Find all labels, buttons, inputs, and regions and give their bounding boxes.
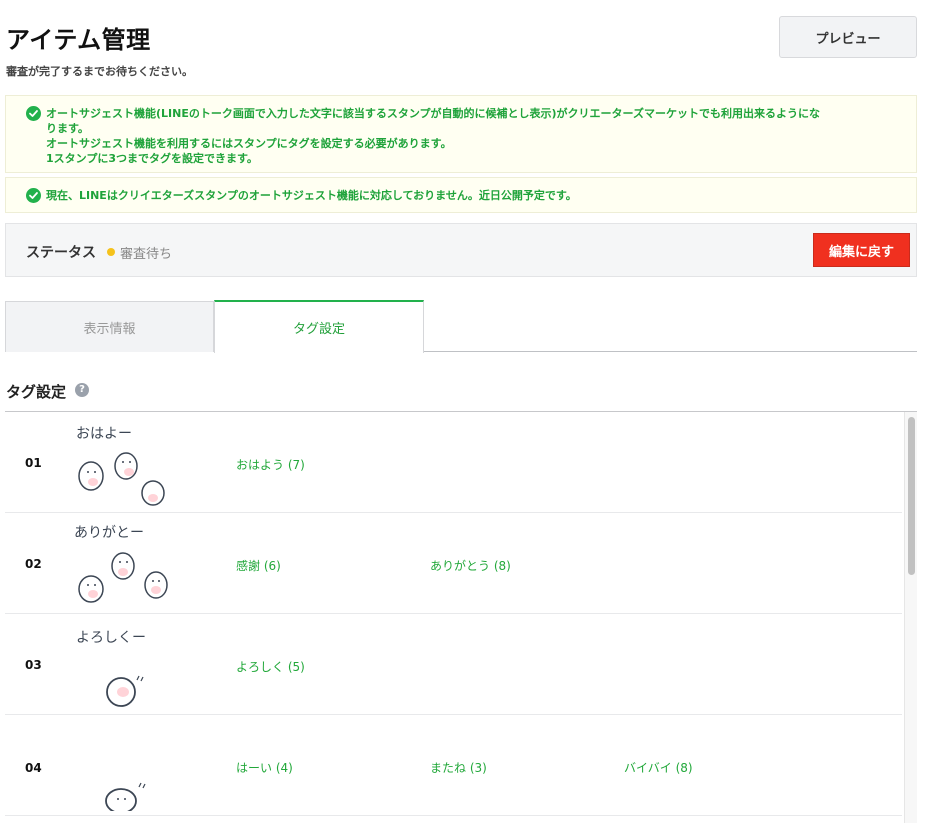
sticker-hai-image <box>105 782 146 811</box>
notice-text-line: 現在、LINEはクリイエターズスタンプのオートサジェスト機能に対応しておりません… <box>46 189 577 202</box>
row-number: 04 <box>25 761 42 775</box>
back-to-edit-button[interactable]: 編集に戻す <box>813 233 910 267</box>
tag-item[interactable]: またね (3) <box>430 759 487 776</box>
sticker-arigato-image: ありがとー <box>74 525 168 603</box>
notice-autosuggest: オートサジェスト機能(LINEのトーク画面で入力した文字に該当するスタンプが自動… <box>5 95 917 173</box>
preview-button[interactable]: プレビュー <box>779 16 917 58</box>
sticker-caption: ありがとー <box>74 525 144 541</box>
tag-row: 03 よろしくー よろしく (5) <box>5 614 902 715</box>
status-dot-icon <box>107 248 115 256</box>
tab-bar: 表示情報 タグ設定 <box>5 300 917 353</box>
sticker-ohayo-image: おはよー <box>76 426 165 506</box>
status-value: 審査待ち <box>120 247 173 262</box>
sticker-caption: よろしくー <box>76 630 146 646</box>
page-subtitle: 審査が完了するまでお待ちください。 <box>6 65 193 78</box>
question-circle-icon[interactable]: ? <box>75 383 89 397</box>
tag-row: 02 ありがとー 感謝 (6) ありがとう (8) <box>5 513 902 614</box>
tag-item[interactable]: ありがとう (8) <box>430 557 511 574</box>
row-number: 01 <box>25 456 42 470</box>
notice-text-line: オートサジェスト機能(LINEのトーク画面で入力した文字に該当するスタンプが自動… <box>46 107 820 120</box>
tag-item[interactable]: おはよう (7) <box>236 456 305 473</box>
notice-text-line: オートサジェスト機能を利用するにはスタンプにタグを設定する必要があります。 <box>46 137 452 150</box>
tag-list: 01 おはよー おはよう (7) 02 ありがとー 感謝 (6) ありがとう (… <box>5 411 917 823</box>
section-title: タグ設定 <box>6 383 67 401</box>
notice-text-line: 1スタンプに3つまでタグを設定できます。 <box>46 152 258 165</box>
tag-row: 04 はーい (4) またね (3) バイバイ (8) <box>5 715 902 816</box>
notice-text-line: ります。 <box>46 122 89 135</box>
page-title: アイテム管理 <box>6 26 151 54</box>
tag-item[interactable]: 感謝 (6) <box>236 557 281 574</box>
tag-item[interactable]: よろしく (5) <box>236 658 305 675</box>
check-circle-icon <box>26 106 41 121</box>
scrollbar[interactable] <box>904 412 917 823</box>
notice-not-supported: 現在、LINEはクリイエターズスタンプのオートサジェスト機能に対応しておりません… <box>5 177 917 213</box>
check-circle-icon <box>26 188 41 203</box>
status-bar: ステータス 審査待ち 編集に戻す <box>5 223 917 277</box>
tab-display-info[interactable]: 表示情報 <box>5 301 214 352</box>
tag-item[interactable]: はーい (4) <box>236 759 293 776</box>
tag-row: 01 おはよー おはよう (7) <box>5 412 902 513</box>
sticker-caption: おはよー <box>76 426 132 442</box>
status-label: ステータス <box>26 245 96 261</box>
row-number: 02 <box>25 557 42 571</box>
scrollbar-thumb[interactable] <box>908 417 915 575</box>
sticker-yoroshiku-image: よろしくー <box>76 630 146 707</box>
row-number: 03 <box>25 658 42 672</box>
tag-item[interactable]: バイバイ (8) <box>624 759 693 776</box>
tab-tag-settings[interactable]: タグ設定 <box>214 300 424 353</box>
